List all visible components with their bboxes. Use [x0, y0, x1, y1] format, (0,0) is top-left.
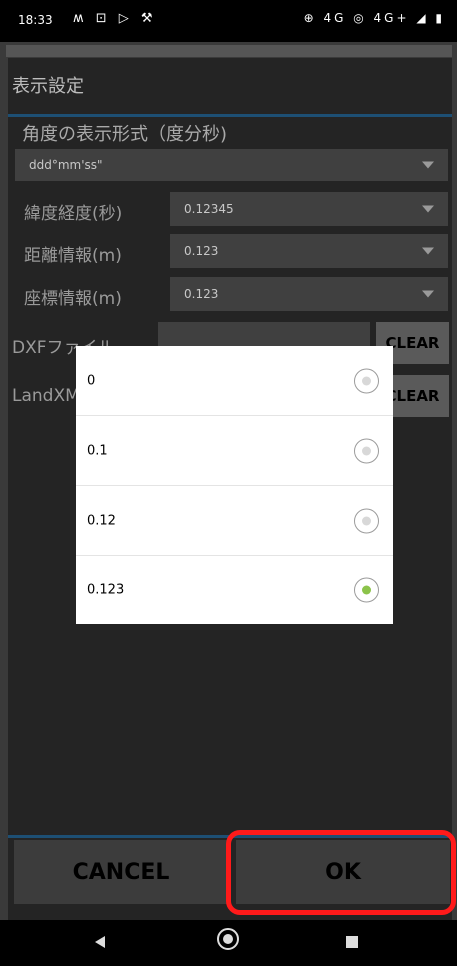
dropdown-arrow-icon [422, 161, 434, 169]
dialog-title: 表示設定 [12, 76, 84, 97]
app-header-strip [6, 45, 452, 57]
ok-button-highlight [226, 830, 456, 915]
recent-apps-icon[interactable] [346, 936, 358, 948]
lat-lon-label: 緯度経度(秒) [24, 204, 123, 224]
dropdown-arrow-icon [422, 205, 434, 213]
angle-format-heading: 角度の表示形式（度分秒) [22, 124, 228, 145]
lat-lon-value: 0.12345 [184, 202, 234, 216]
dropdown-arrow-icon [422, 247, 434, 255]
radio-button[interactable] [354, 577, 379, 603]
status-time: 18:33 [18, 13, 53, 27]
dropdown-arrow-icon [422, 290, 434, 298]
title-divider [8, 114, 452, 117]
radio-button[interactable] [354, 508, 379, 533]
distance-label: 距離情報(m) [24, 246, 122, 266]
lat-lon-spinner[interactable]: 0.12345 [170, 192, 448, 226]
decimal-choice-popup: 0 0.1 0.12 0.123 [76, 346, 393, 624]
status-bar: 18:33 ʍ ⊡ ▷ ⚒ ⊕ 4G ◎ 4G+ ◢ ▮ [0, 0, 457, 42]
angle-format-spinner[interactable]: ddd°mm'ss" [15, 149, 448, 181]
option-label: 0.12 [87, 513, 116, 528]
radio-button[interactable] [354, 438, 379, 463]
option-label: 0.1 [87, 443, 108, 458]
option-row[interactable]: 0.12 [76, 486, 393, 556]
coord-value: 0.123 [184, 287, 219, 301]
home-icon[interactable] [217, 928, 239, 950]
distance-value: 0.123 [184, 244, 219, 258]
system-status-icons: ⊕ 4G ◎ 4G+ ◢ ▮ [303, 11, 445, 25]
coord-label: 座標情報(m) [24, 289, 122, 309]
radio-button[interactable] [354, 368, 379, 393]
cancel-button[interactable]: CANCEL [14, 840, 228, 904]
option-row[interactable]: 0 [76, 346, 393, 416]
option-row[interactable]: 0.123 [76, 556, 393, 624]
option-label: 0.123 [87, 582, 125, 598]
option-label: 0 [87, 373, 96, 388]
distance-spinner[interactable]: 0.123 [170, 234, 448, 268]
back-icon[interactable] [95, 936, 105, 948]
navigation-bar [0, 920, 457, 966]
option-row[interactable]: 0.1 [76, 416, 393, 486]
notification-icons: ʍ ⊡ ▷ ⚒ [73, 11, 157, 26]
coord-spinner[interactable]: 0.123 [170, 277, 448, 311]
angle-format-value: ddd°mm'ss" [29, 158, 103, 172]
